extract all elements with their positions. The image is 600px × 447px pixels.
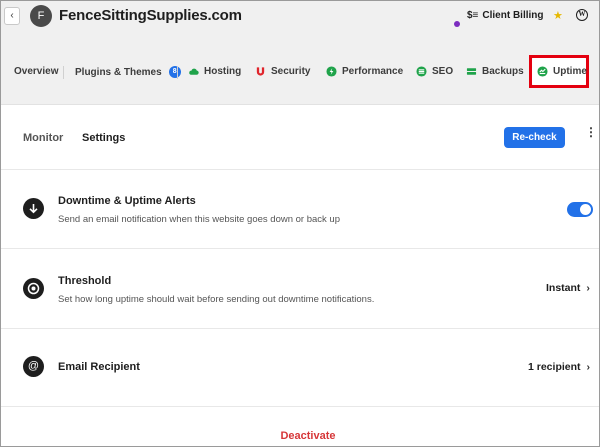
- more-options-icon[interactable]: ⋮: [585, 126, 597, 138]
- tab-performance-label: Performance: [342, 66, 404, 77]
- back-button[interactable]: ‹: [4, 7, 20, 25]
- billing-icon: $≡: [467, 10, 479, 21]
- status-dot: [454, 21, 460, 27]
- alerts-description: Send an email notification when this web…: [58, 214, 341, 225]
- tab-seo[interactable]: SEO: [416, 66, 453, 77]
- threshold-title: Threshold: [58, 275, 112, 287]
- uptime-subheader: Monitor Settings Re-check ⋮: [1, 106, 599, 170]
- subtab-monitor[interactable]: Monitor: [23, 132, 63, 144]
- tab-overview-label: Overview: [14, 66, 59, 77]
- top-header: ‹ F FenceSittingSupplies.com $≡ Client B…: [1, 1, 599, 33]
- recheck-button[interactable]: Re-check: [504, 127, 565, 148]
- plugins-count-badge: 8: [168, 66, 181, 78]
- tab-seo-label: SEO: [432, 66, 454, 77]
- at-sign-icon: @: [23, 356, 44, 377]
- chevron-left-icon: ‹: [10, 10, 14, 21]
- seo-icon: [416, 66, 427, 77]
- site-nav: Overview Plugins & Themes 8 Hosting Secu…: [1, 33, 599, 105]
- email-recipient-title: Email Recipient: [58, 361, 140, 373]
- app-window: ‹ F FenceSittingSupplies.com $≡ Client B…: [0, 0, 600, 447]
- tab-security-label: Security: [271, 66, 311, 77]
- threshold-value-label: Instant: [546, 282, 581, 294]
- email-recipient-count: 1 recipient: [528, 361, 581, 373]
- nav-divider: [177, 66, 178, 79]
- target-icon: [23, 278, 44, 299]
- tab-backups[interactable]: Backups: [466, 66, 524, 77]
- tab-overview[interactable]: Overview: [14, 66, 58, 77]
- toggle-knob: [580, 204, 591, 215]
- threshold-description: Set how long uptime should wait before s…: [58, 294, 375, 305]
- tab-uptime[interactable]: Uptime: [537, 66, 587, 77]
- chevron-right-icon: ›: [586, 361, 591, 373]
- threshold-row[interactable]: Threshold Set how long uptime should wai…: [1, 249, 599, 329]
- tab-hosting-label: Hosting: [204, 66, 242, 77]
- email-recipient-value[interactable]: 1 recipient ›: [528, 361, 590, 373]
- subtab-settings[interactable]: Settings: [82, 132, 125, 144]
- chevron-right-icon: ›: [586, 282, 590, 294]
- tab-performance[interactable]: Performance: [326, 66, 403, 77]
- shield-icon: [256, 67, 265, 76]
- deactivate-button[interactable]: Deactivate: [1, 430, 599, 442]
- bolt-icon: [326, 66, 337, 77]
- alerts-title: Downtime & Uptime Alerts: [58, 195, 196, 207]
- client-billing-button[interactable]: $≡ Client Billing: [467, 10, 544, 21]
- tab-backups-label: Backups: [482, 66, 524, 77]
- wordpress-icon[interactable]: W: [576, 9, 588, 21]
- star-icon[interactable]: ★: [553, 9, 563, 22]
- alerts-toggle[interactable]: [567, 202, 593, 217]
- threshold-value[interactable]: Instant ›: [546, 282, 590, 294]
- site-avatar: F: [30, 5, 52, 27]
- tab-plugins-themes[interactable]: Plugins & Themes 8: [75, 66, 181, 78]
- tab-uptime-label: Uptime: [553, 66, 587, 77]
- nav-divider: [63, 66, 64, 79]
- email-recipient-row[interactable]: @ Email Recipient 1 recipient ›: [1, 329, 599, 407]
- cloud-icon: [189, 68, 199, 75]
- backup-icon: [466, 68, 477, 75]
- arrow-down-icon: [23, 198, 44, 219]
- tab-plugins-label: Plugins & Themes: [75, 66, 162, 78]
- site-title: FenceSittingSupplies.com: [59, 7, 242, 24]
- tab-security[interactable]: Security: [255, 66, 310, 77]
- client-billing-label: Client Billing: [482, 10, 544, 21]
- uptime-icon: [537, 66, 548, 77]
- tab-hosting[interactable]: Hosting: [188, 66, 241, 77]
- alerts-row: Downtime & Uptime Alerts Send an email n…: [1, 171, 599, 249]
